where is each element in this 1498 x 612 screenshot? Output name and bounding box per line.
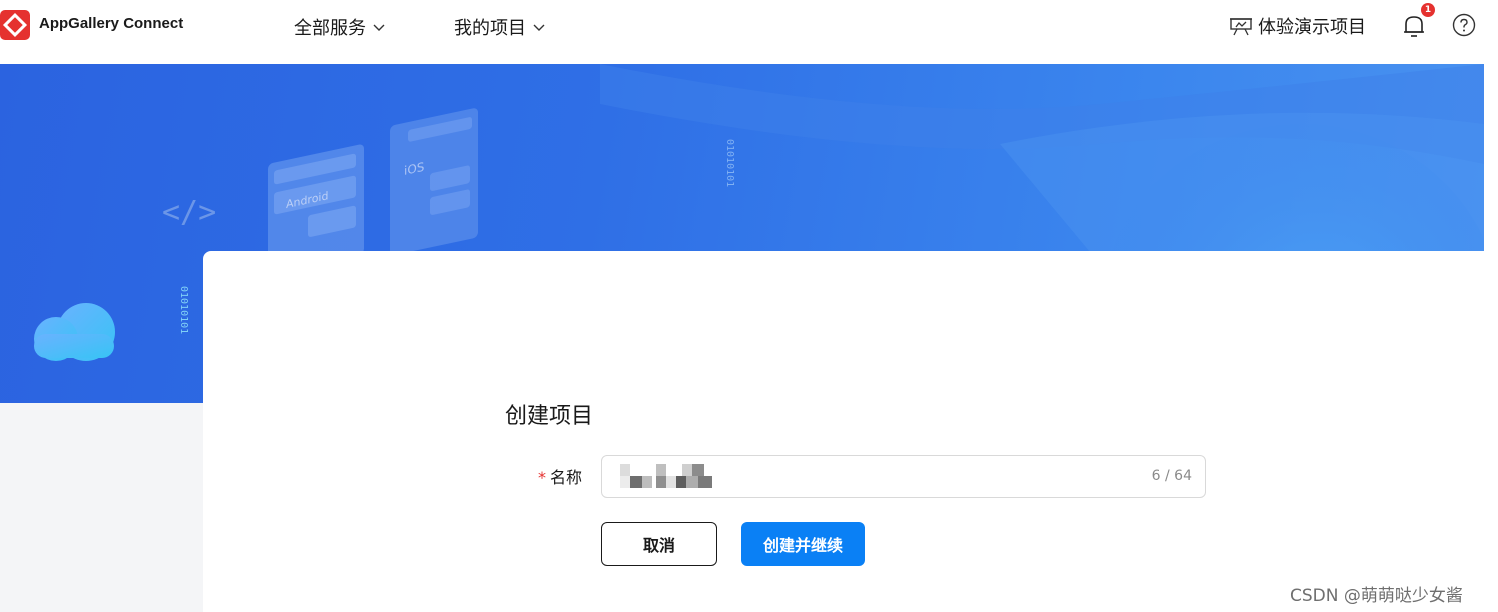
right-gutter <box>1484 62 1498 612</box>
app-title[interactable]: AppGallery Connect <box>39 15 183 32</box>
cancel-button[interactable]: 取消 <box>601 522 717 566</box>
project-name-input[interactable]: 6 / 64 <box>601 455 1206 498</box>
demo-project-button[interactable]: 体验演示项目 <box>1229 13 1366 39</box>
chevron-down-icon <box>373 24 385 31</box>
top-navigation-bar: AppGallery Connect 全部服务 我的项目 体验演示项目 1 <box>0 0 1498 62</box>
form-title: 创建项目 <box>505 404 594 429</box>
project-name-value-pixelated <box>620 462 716 490</box>
required-asterisk: * <box>538 468 546 487</box>
nav-all-services-label: 全部服务 <box>294 18 366 39</box>
demo-project-label: 体验演示项目 <box>1258 17 1366 38</box>
notification-badge: 1 <box>1421 3 1435 17</box>
nav-my-projects-label: 我的项目 <box>454 18 526 39</box>
binary-text-top: 01010101 <box>724 139 735 187</box>
name-label-text: 名称 <box>550 468 583 487</box>
help-icon[interactable] <box>1452 13 1476 37</box>
nav-all-services[interactable]: 全部服务 <box>294 14 386 40</box>
left-background-panel <box>0 403 203 612</box>
redacted-value-icon <box>620 464 712 488</box>
code-glyph: </> <box>162 195 216 230</box>
binary-text-left: 01010101 <box>178 286 189 334</box>
cloud-icon <box>34 303 115 361</box>
presentation-icon <box>1230 18 1252 36</box>
notification-bell-icon[interactable] <box>1401 12 1427 40</box>
csdn-watermark: CSDN @萌萌哒少女酱 <box>1290 586 1463 606</box>
create-and-continue-button[interactable]: 创建并继续 <box>741 522 865 566</box>
name-field-label: * 名称 <box>538 464 582 488</box>
chevron-down-icon <box>533 24 545 31</box>
appgallery-logo-icon[interactable] <box>0 10 30 40</box>
ios-card-illustration: iOS <box>390 108 478 256</box>
name-character-counter: 6 / 64 <box>1151 468 1192 484</box>
nav-my-projects[interactable]: 我的项目 <box>454 14 546 40</box>
